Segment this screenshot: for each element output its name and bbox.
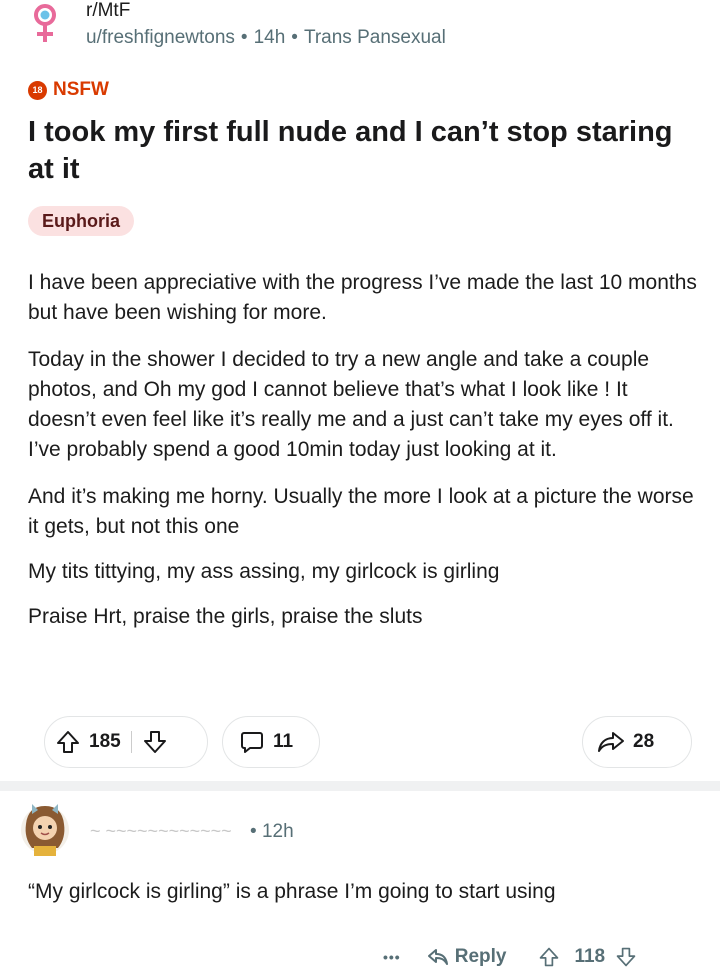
subreddit-name[interactable]: r/MtF [86, 0, 130, 22]
upvote-icon[interactable] [55, 729, 81, 755]
post-title: I took my first full nude and I can’t st… [28, 116, 673, 185]
vote-divider [130, 731, 132, 753]
age-18-icon: 18 [28, 80, 47, 100]
comment-actions: ••• Reply 118 [383, 946, 649, 968]
share-arrow-icon [597, 729, 625, 755]
post-paragraph: Today in the shower I decided to try a n… [28, 348, 674, 461]
comment-vote-count: 118 [574, 946, 606, 967]
post-paragraph: Praise Hrt, praise the girls, praise the… [28, 605, 423, 628]
more-options-icon[interactable]: ••• [383, 949, 401, 965]
post-body: I have been appreciative with the progre… [28, 268, 698, 649]
transgender-symbol-icon [28, 2, 62, 44]
post-paragraph: I have been appreciative with the progre… [28, 271, 697, 324]
share-count: 28 [633, 731, 655, 752]
comments-button[interactable]: 11 [222, 716, 320, 768]
reply-button[interactable]: Reply [455, 946, 507, 968]
post-age: 14h [253, 27, 286, 48]
comment-dot: • [250, 821, 257, 842]
comment-age: 12h [261, 821, 294, 842]
section-divider [0, 781, 720, 791]
downvote-icon[interactable] [142, 729, 168, 755]
post-paragraph: My tits tittying, my ass assing, my girl… [28, 560, 500, 583]
author-link[interactable]: u/freshfignewtons [86, 27, 235, 48]
post-paragraph: And it’s making me horny. Usually the mo… [28, 485, 694, 538]
comment-author[interactable]: ~ ~~~~~~~~~~~~ [90, 821, 232, 842]
comment-count: 11 [273, 731, 294, 752]
comment-upvote-icon[interactable] [538, 946, 560, 968]
comment-meta: • 12h [250, 821, 294, 843]
post-meta: u/freshfignewtons • 14h • Trans Pansexual [86, 27, 446, 48]
comment-downvote-icon[interactable] [615, 946, 637, 968]
reply-arrow-icon[interactable] [427, 947, 449, 967]
comment-body: “My girlcock is girling” is a phrase I’m… [28, 880, 556, 903]
post-flair[interactable]: Euphoria [28, 206, 135, 236]
nsfw-tag: 18 NSFW [28, 79, 109, 101]
vote-control: 185 [44, 716, 208, 768]
upvote-count: 185 [89, 731, 121, 752]
user-flair: Trans Pansexual [303, 27, 446, 48]
comment-bubble-icon [239, 729, 265, 755]
nsfw-label: NSFW [53, 79, 109, 100]
share-button[interactable]: 28 [582, 716, 692, 768]
commenter-avatar[interactable] [14, 796, 76, 860]
